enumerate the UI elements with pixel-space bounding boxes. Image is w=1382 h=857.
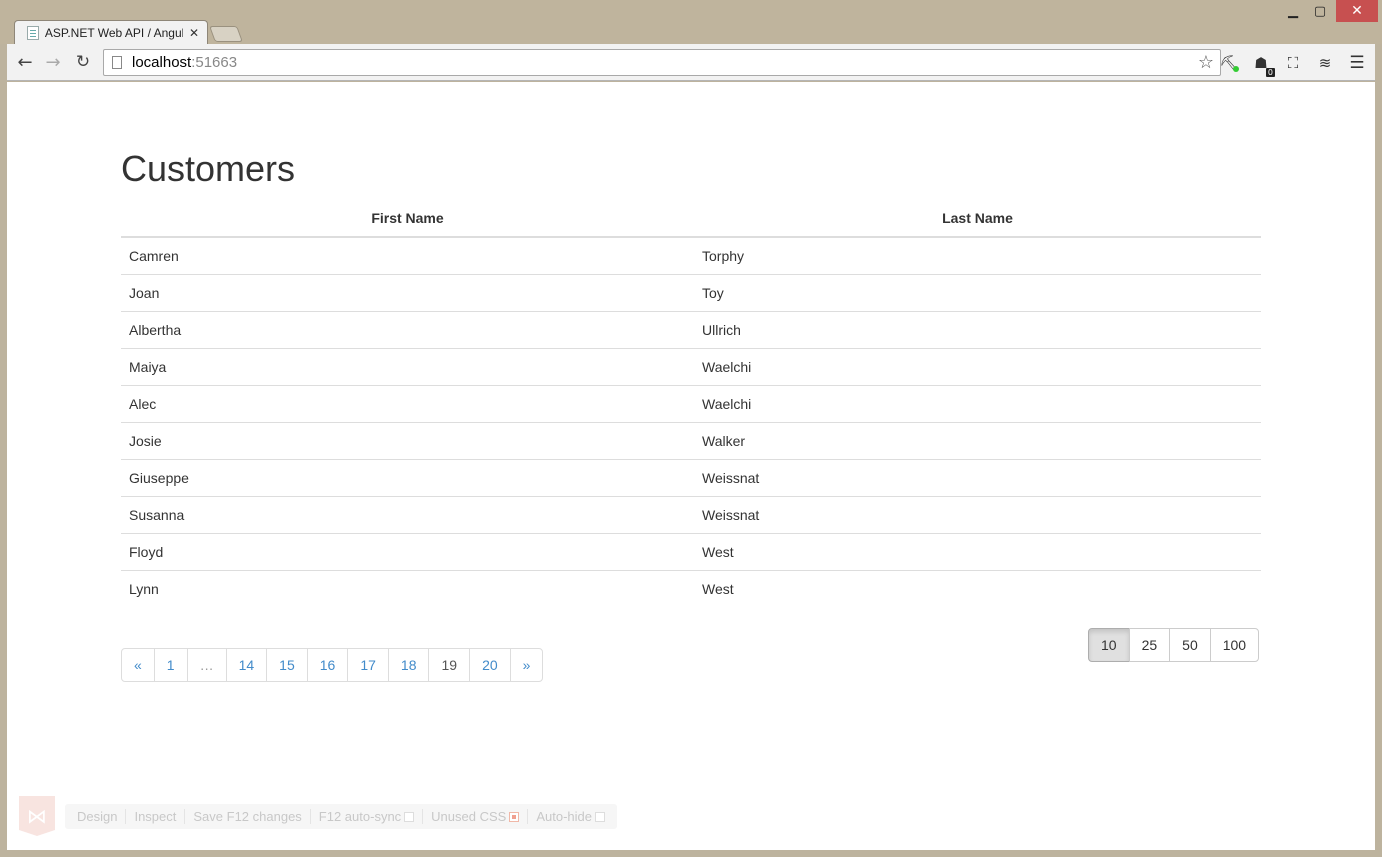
browser-toolbar: ← → ↻ localhost:51663 ☆ ⛏ ☗ 0 ⛶ ≋ ☰ [7, 44, 1375, 81]
browser-link-toolbar: Design Inspect Save F12 changes F12 auto… [65, 804, 617, 829]
reload-icon[interactable]: ↻ [71, 51, 95, 73]
last-name-cell: Waelchi [694, 347, 1261, 385]
layers-icon[interactable]: ≋ [1314, 52, 1336, 74]
first-name-cell: Joan [121, 273, 694, 311]
auto-hide-toggle[interactable]: Auto-hide [527, 809, 613, 824]
last-name-cell: Torphy [702, 247, 745, 264]
maximize-button[interactable]: ▢ [1306, 0, 1334, 22]
page-size-selector: 10 25 50 100 [1088, 628, 1260, 662]
last-name-cell: Waelchi [694, 384, 1261, 422]
back-arrow-icon[interactable]: ← [13, 51, 37, 73]
first-name-cell: Susanna [121, 495, 694, 533]
page-link-15[interactable]: 15 [266, 648, 308, 682]
last-name-cell: Ullrich [694, 310, 1261, 348]
previous-page-link[interactable]: « [121, 648, 155, 682]
last-name-cell: Weissnat [694, 495, 1261, 533]
unused-css-checkbox[interactable] [509, 811, 520, 822]
tab-title: ASP.NET Web API / Angul [44, 26, 183, 40]
close-tab-icon[interactable]: ✕ [189, 26, 199, 40]
last-name-cell: Toy [694, 273, 1261, 311]
first-name-cell: Alec [121, 384, 694, 422]
table-row: Josie Walker [121, 421, 1261, 459]
f12-auto-sync-checkbox[interactable] [404, 811, 415, 822]
minimize-button[interactable]: ▁ [1282, 0, 1304, 22]
page-link-20[interactable]: 20 [469, 648, 511, 682]
page-favicon-icon [27, 26, 39, 40]
page-link-first[interactable]: 1 [153, 648, 188, 682]
first-name-cell: Josie [121, 421, 694, 459]
first-name-cell: Albertha [121, 310, 694, 348]
screen-capture-icon[interactable]: ⛶ [1282, 52, 1304, 74]
table-header-row: First Name Last Name [121, 200, 1261, 238]
first-name-cell: Giuseppe [121, 458, 694, 496]
first-name-cell: Floyd [121, 532, 694, 570]
table-row: Floyd West [121, 532, 1261, 570]
last-name-cell: Walker [694, 421, 1261, 459]
bookmark-star-icon[interactable]: ☆ [1198, 52, 1214, 73]
first-name-cell: Camren [129, 247, 179, 264]
browser-tab[interactable]: ASP.NET Web API / Angul ✕ [14, 20, 208, 45]
table-row: Susanna Weissnat [121, 495, 1261, 533]
forward-arrow-icon[interactable]: → [41, 51, 65, 73]
auto-hide-checkbox[interactable] [594, 811, 605, 822]
page-size-100-button[interactable]: 100 [1209, 628, 1260, 662]
table-row: Maiya Waelchi [121, 347, 1261, 385]
new-tab-button[interactable] [209, 26, 243, 42]
f12-auto-sync-toggle[interactable]: F12 auto-sync [309, 809, 422, 824]
save-f12-changes-button[interactable]: Save F12 changes [184, 809, 309, 824]
extension-badge: 0 [1265, 68, 1275, 77]
first-name-cell: Lynn [121, 569, 694, 607]
table-row: Camren Torphy [121, 237, 1261, 274]
table-row: Joan Toy [121, 273, 1261, 311]
pickaxe-extension-icon[interactable]: ⛏ [1218, 52, 1240, 74]
auto-hide-label: Auto-hide [536, 809, 592, 824]
column-header-first-name[interactable]: First Name [121, 200, 694, 238]
last-name-cell: West [694, 532, 1261, 570]
page-link-16[interactable]: 16 [306, 648, 349, 682]
page-viewport: Customers First Name Last Name Camren Tor… [7, 82, 1375, 850]
table-row: Alec Waelchi [121, 384, 1261, 422]
page-link-18[interactable]: 18 [387, 648, 430, 682]
page-size-10-button[interactable]: 10 [1088, 628, 1130, 662]
page-link-17[interactable]: 17 [347, 648, 389, 682]
first-name-cell: Maiya [121, 347, 694, 385]
page-size-50-button[interactable]: 50 [1169, 628, 1211, 662]
menu-icon[interactable]: ☰ [1346, 52, 1368, 74]
visual-studio-logo-icon[interactable]: ⋈ [19, 796, 55, 836]
status-dot [1233, 66, 1239, 72]
table-row: Giuseppe Weissnat [121, 458, 1261, 496]
customers-table: First Name Last Name Camren Torphy Joan To… [121, 200, 1261, 607]
page-icon [112, 56, 122, 69]
ghost-extension-icon[interactable]: ☗ 0 [1250, 52, 1275, 77]
unused-css-label: Unused CSS [431, 809, 507, 824]
url-host: localhost [132, 54, 192, 71]
table-row: Lynn West [121, 569, 1261, 607]
inspect-button[interactable]: Inspect [125, 809, 184, 824]
page-size-25-button[interactable]: 25 [1128, 628, 1171, 662]
column-header-last-name[interactable]: Last Name [694, 200, 1261, 238]
window-titlebar: ▁ ▢ ✕ ASP.NET Web API / Angul ✕ [0, 0, 1382, 45]
page-title: Customers [121, 148, 296, 189]
unused-css-toggle[interactable]: Unused CSS [422, 809, 527, 824]
pagination: « 1 … 14 15 16 17 18 19 20 » [121, 648, 544, 682]
design-button[interactable]: Design [69, 809, 125, 824]
pagination-ellipsis: … [186, 648, 227, 682]
url-port: :51663 [191, 54, 238, 71]
page-link-14[interactable]: 14 [225, 648, 268, 682]
f12-auto-sync-label: F12 auto-sync [318, 809, 402, 824]
last-name-cell: West [694, 569, 1261, 607]
page-link-current[interactable]: 19 [428, 648, 471, 682]
next-page-link[interactable]: » [509, 648, 544, 682]
last-name-cell: Weissnat [694, 458, 1261, 496]
table-row: Albertha Ullrich [121, 310, 1261, 348]
address-bar[interactable]: localhost:51663 ☆ [103, 49, 1221, 76]
close-window-button[interactable]: ✕ [1336, 0, 1378, 22]
